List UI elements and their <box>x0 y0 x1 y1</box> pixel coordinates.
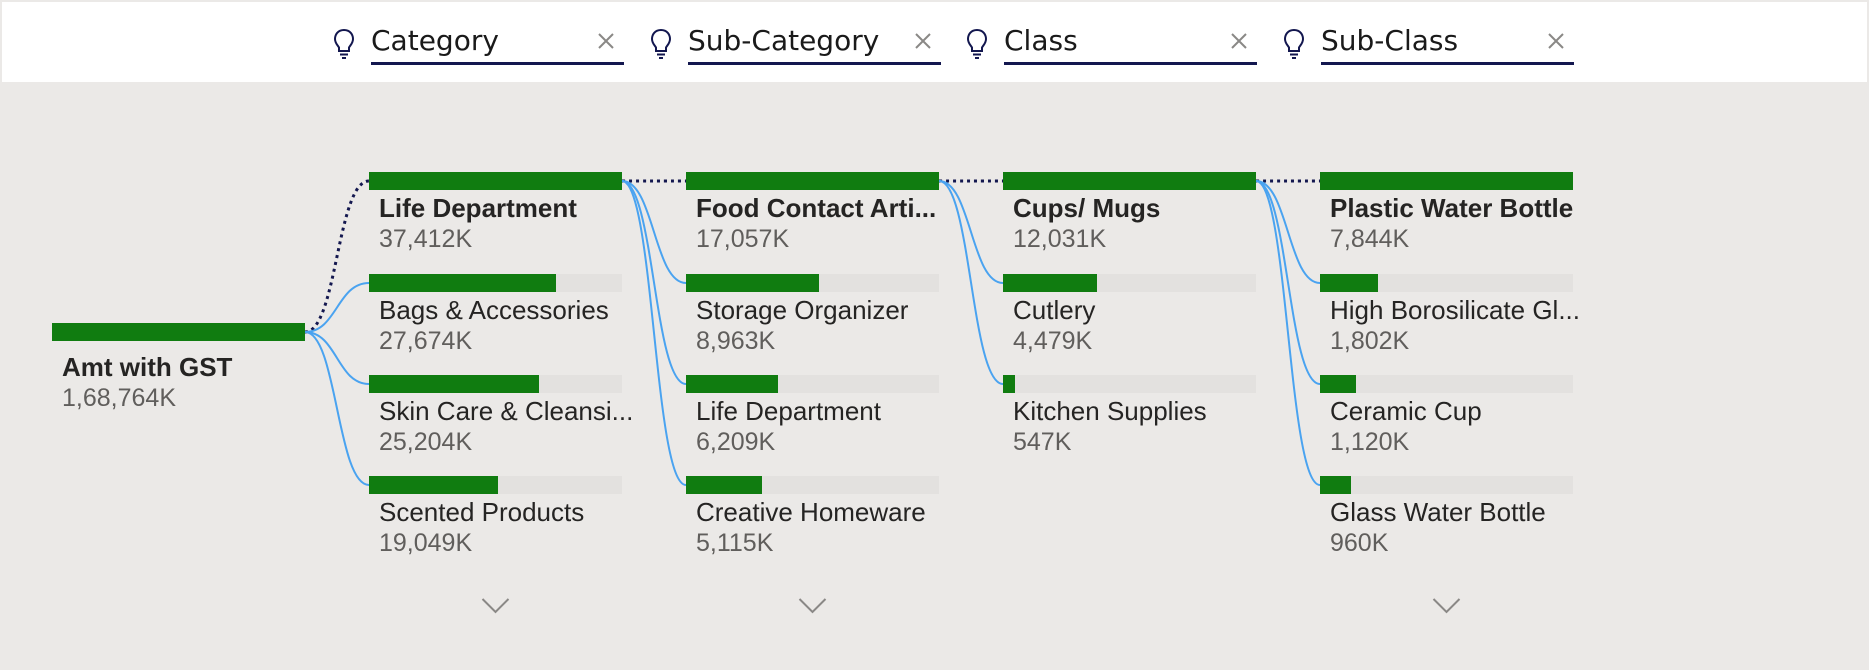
node-value: 1,802K <box>1330 327 1410 355</box>
root-value: 1,68,764K <box>62 384 176 412</box>
node-label: Plastic Water Bottle <box>1330 193 1573 223</box>
node-label: High Borosilicate Gl... <box>1330 295 1580 325</box>
connector-link <box>938 180 1004 385</box>
node-label: Skin Care & Cleansi... <box>379 396 633 426</box>
connector-link <box>938 180 1004 284</box>
node-label: Kitchen Supplies <box>1013 396 1207 426</box>
bar-track <box>1003 375 1256 393</box>
node-value: 8,963K <box>696 327 776 355</box>
node-value: 1,120K <box>1330 428 1410 456</box>
node-bar[interactable] <box>1320 476 1351 494</box>
node-value: 27,674K <box>379 327 472 355</box>
connector-link <box>621 180 687 486</box>
node-value: 19,049K <box>379 529 472 557</box>
node-bar[interactable] <box>1003 375 1015 393</box>
node-label: Life Department <box>696 396 882 426</box>
node-bar[interactable] <box>369 375 539 393</box>
level-header-bar: Category Sub-Category Class Sub-Class <box>2 2 1867 82</box>
bar-track <box>1320 375 1573 393</box>
node-label: Bags & Accessories <box>379 295 609 325</box>
node-label: Cutlery <box>1013 295 1095 325</box>
node-bar[interactable] <box>369 172 622 190</box>
node-value: 12,031K <box>1013 225 1106 253</box>
lightbulb-icon[interactable] <box>966 28 988 60</box>
level-underline <box>688 62 941 65</box>
connector-link <box>1255 180 1321 486</box>
level-name-sub-class: Sub-Class <box>1321 24 1459 57</box>
connector-link-selected <box>304 179 370 334</box>
node-bar[interactable] <box>1320 274 1378 292</box>
node-bar[interactable] <box>1320 375 1356 393</box>
node-value: 17,057K <box>696 225 789 253</box>
node-value: 547K <box>1013 428 1072 456</box>
close-icon[interactable] <box>914 32 932 50</box>
level-name-class: Class <box>1004 24 1078 57</box>
level-underline <box>1321 62 1574 65</box>
chevron-down-icon[interactable] <box>798 598 827 614</box>
root-label: Amt with GST <box>62 352 233 382</box>
chevron-down-icon[interactable] <box>1432 598 1461 614</box>
level-name-category: Category <box>371 24 499 57</box>
node-value: 6,209K <box>696 428 776 456</box>
node-bar[interactable] <box>369 274 556 292</box>
connector-link <box>1255 180 1321 385</box>
node-label: Scented Products <box>379 497 584 527</box>
node-label: Cups/ Mugs <box>1013 193 1160 223</box>
close-icon[interactable] <box>1547 32 1565 50</box>
connector-link <box>304 331 370 385</box>
node-value: 7,844K <box>1330 225 1410 253</box>
node-bar[interactable] <box>686 476 762 494</box>
lightbulb-icon[interactable] <box>333 28 355 60</box>
node-bar[interactable] <box>686 172 939 190</box>
close-icon[interactable] <box>597 32 615 50</box>
close-icon[interactable] <box>1230 32 1248 50</box>
bar-track <box>1320 476 1573 494</box>
chevron-down-icon[interactable] <box>481 598 510 614</box>
level-underline <box>1004 62 1257 65</box>
lightbulb-icon[interactable] <box>650 28 672 60</box>
node-bar[interactable] <box>1320 172 1573 190</box>
decomposition-tree: Amt with GST1,68,764KLife Department37,4… <box>52 172 1580 614</box>
node-label: Storage Organizer <box>696 295 909 325</box>
connector-link <box>621 180 687 284</box>
lightbulb-icon[interactable] <box>1283 28 1305 60</box>
level-underline <box>371 62 624 65</box>
node-label: Creative Homeware <box>696 497 926 527</box>
node-value: 5,115K <box>696 529 774 557</box>
connector-link <box>1255 180 1321 284</box>
node-bar[interactable] <box>686 375 778 393</box>
node-bar[interactable] <box>369 476 498 494</box>
connector-link <box>304 331 370 486</box>
node-label: Glass Water Bottle <box>1330 497 1546 527</box>
node-label: Ceramic Cup <box>1330 396 1482 426</box>
node-label: Food Contact Arti... <box>696 193 936 223</box>
connector-link <box>304 282 370 333</box>
connector-link <box>621 180 687 385</box>
level-name-sub-category: Sub-Category <box>688 24 880 57</box>
node-value: 37,412K <box>379 225 472 253</box>
root-bar[interactable] <box>52 323 305 341</box>
node-label: Life Department <box>379 193 577 223</box>
node-value: 25,204K <box>379 428 472 456</box>
node-value: 960K <box>1330 529 1389 557</box>
node-bar[interactable] <box>1003 172 1256 190</box>
node-bar[interactable] <box>1003 274 1097 292</box>
node-bar[interactable] <box>686 274 819 292</box>
node-value: 4,479K <box>1013 327 1093 355</box>
